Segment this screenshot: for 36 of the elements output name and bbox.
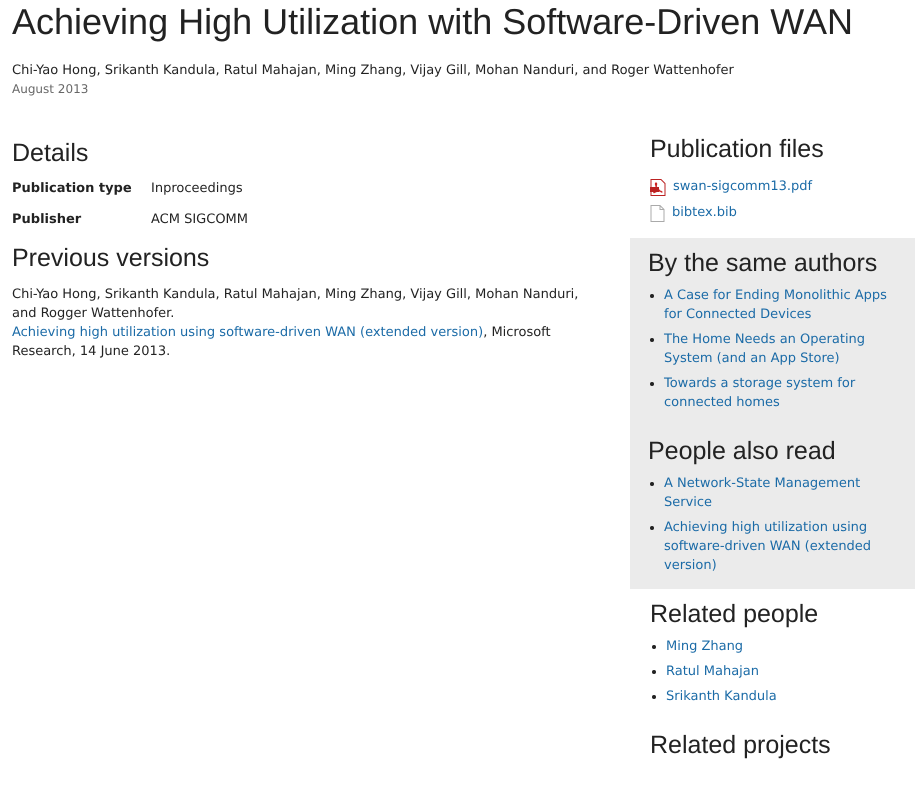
bullet-dot — [652, 670, 656, 674]
bullet-dot — [650, 526, 654, 530]
bullet-dot — [650, 482, 654, 486]
related-link[interactable]: A Case for Ending Monolithic Apps for Connected Devices — [664, 286, 895, 324]
detail-label: Publisher — [12, 211, 82, 229]
section-heading: By the same authors — [648, 248, 878, 278]
section-heading: People also read — [648, 436, 837, 466]
section-heading: Publication files — [650, 134, 825, 164]
related-link[interactable]: The Home Needs an Operating System (and an App Store) — [664, 330, 895, 368]
section-heading: Related people — [650, 599, 820, 629]
citation-text: Chi-Yao Hong, Srikanth Kandula, Ratul Mahajan, Ming Zhang, Vijay Gill, Mohan Nanduri, and Rogger Wattenhofer. Achieving high utilization using software-driven WAN (extended version), Microsoft Research, 14 June 2013. — [12, 286, 580, 361]
detail-label: Publication type — [12, 180, 133, 198]
bullet-dot — [652, 645, 656, 649]
authors-text: Chi-Yao Hong, Srikanth Kandula, Ratul Mahajan, Ming Zhang, Vijay Gill, Mohan Nanduri, and Roger Wattenhofer — [11, 62, 735, 80]
related-link[interactable]: Ratul Mahajan — [666, 662, 759, 681]
file-link[interactable]: bibtex.bib — [672, 204, 737, 222]
bullet-dot — [650, 338, 654, 342]
page-title: Achieving High Utilization with Software-Driven WAN — [11, 0, 854, 44]
related-link[interactable]: Achieving high utilization using software-driven WAN (extended version) — [664, 518, 895, 575]
pdf-file-icon — [650, 178, 666, 196]
bullet-dot — [650, 382, 654, 386]
related-link[interactable]: Srikanth Kandula — [666, 687, 777, 706]
date-text: August 2013 — [11, 81, 90, 98]
file-icon — [650, 204, 665, 222]
bullet-dot — [652, 695, 656, 699]
related-link[interactable]: A Network-State Management Service — [664, 474, 895, 512]
file-link[interactable]: swan-sigcomm13.pdf — [673, 178, 812, 196]
section-heading: Related projects — [650, 730, 832, 760]
section-heading: Previous versions — [12, 243, 210, 273]
section-heading: Details — [12, 138, 90, 168]
detail-value: Inproceedings — [151, 180, 244, 198]
bullet-dot — [650, 294, 654, 298]
related-link[interactable]: Ming Zhang — [666, 637, 744, 656]
detail-value: ACM SIGCOMM — [151, 211, 249, 229]
related-link[interactable]: Towards a storage system for connected homes — [664, 374, 895, 412]
paper-link[interactable]: Achieving high utilization using software-driven WAN (extended version) — [12, 325, 484, 340]
